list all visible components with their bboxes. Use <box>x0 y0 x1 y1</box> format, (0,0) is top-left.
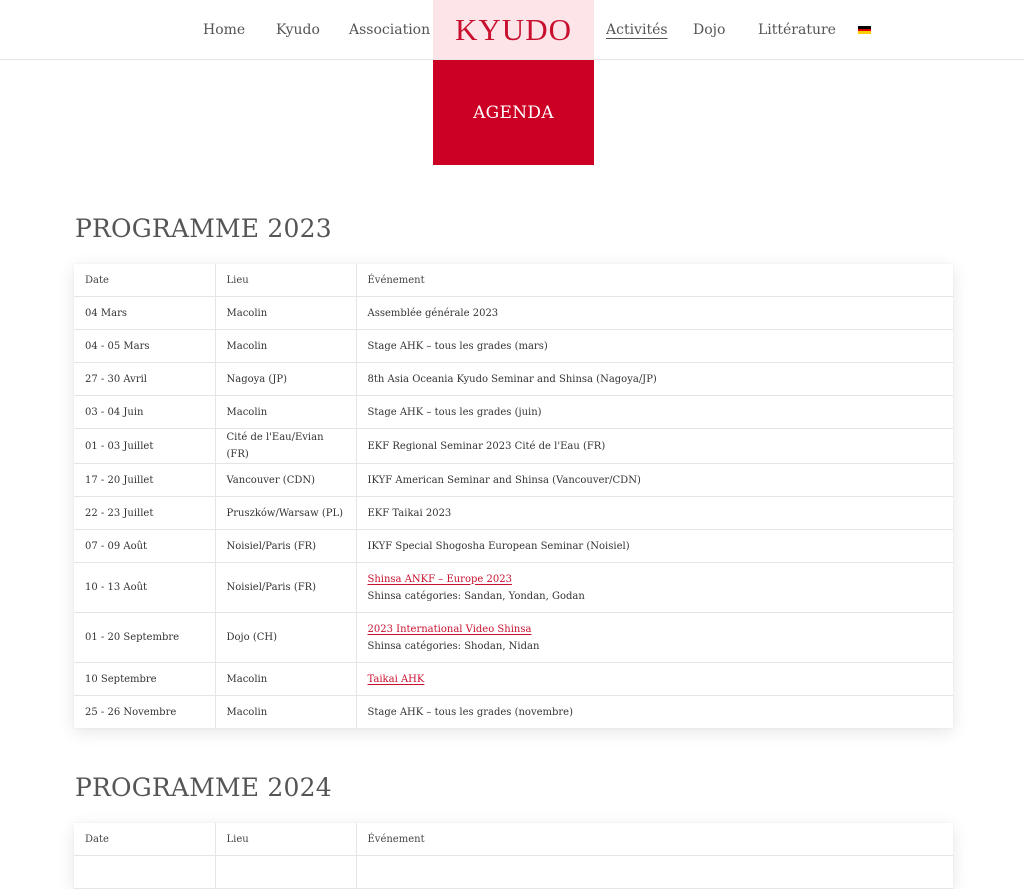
row-lieu: Nagoya (JP) <box>215 362 357 396</box>
row-date: 03 - 04 Juin <box>74 395 216 429</box>
flag-stripe-gold <box>858 31 871 35</box>
row-event: IKYF Special Shogosha European Seminar (… <box>356 529 953 563</box>
row-date: 22 - 23 Juillet <box>74 496 216 530</box>
row-event: EKF Regional Seminar 2023 Cité de l'Eau … <box>356 428 953 464</box>
table-header-row: Date Lieu Événement <box>74 823 953 856</box>
row-date: 04 - 05 Mars <box>74 329 216 363</box>
header-lieu: Lieu <box>215 823 357 856</box>
row-lieu: Macolin <box>215 695 357 728</box>
row-lieu: Macolin <box>215 329 357 363</box>
row-lieu: Pruszków/Warsaw (PL) <box>215 496 357 530</box>
row-event <box>356 855 953 889</box>
row-event: Stage AHK – tous les grades (novembre) <box>367 706 574 718</box>
table-header-row: Date Lieu Événement <box>74 264 953 297</box>
row-event: Shinsa ANKF – Europe 2023 Shinsa catégor… <box>356 562 953 613</box>
table-row: 03 - 04 Juin Macolin Stage AHK – tous le… <box>74 395 953 429</box>
row-lieu: Macolin <box>215 395 357 429</box>
row-date: 10 - 13 Août <box>74 562 216 613</box>
row-lieu: Noisiel/Paris (FR) <box>215 529 357 563</box>
event-link-taikai-ahk[interactable]: Taikai AHK <box>368 674 425 685</box>
row-event: Taikai AHK <box>356 662 953 696</box>
table-row: 07 - 09 Août Noisiel/Paris (FR) IKYF Spe… <box>74 529 953 563</box>
nav-litterature[interactable]: Littérature <box>758 20 836 40</box>
site-logo[interactable]: KYUDO <box>433 0 594 59</box>
header-date: Date <box>74 823 216 856</box>
german-flag-icon[interactable] <box>858 26 871 35</box>
nav-association[interactable]: Association <box>349 20 430 40</box>
event-link-shinsa-ankf[interactable]: Shinsa ANKF – Europe 2023 <box>368 574 512 585</box>
table-row: 25 - 26 Novembre Macolin Stage AHK – tou… <box>74 695 953 728</box>
row-event: IKYF American Seminar and Shinsa (Vancou… <box>356 463 953 497</box>
header-evenement: Événement <box>356 264 953 297</box>
nav-home[interactable]: Home <box>203 20 245 40</box>
program-2023-table: Date Lieu Événement 04 Mars Macolin Asse… <box>74 264 953 728</box>
row-event: EKF Taikai 2023 <box>356 496 953 530</box>
table-row: 01 - 20 Septembre Dojo (CH) 2023 Interna… <box>74 612 953 663</box>
row-date: 17 - 20 Juillet <box>74 463 216 497</box>
row-event: Assemblée générale 2023 <box>356 296 953 330</box>
row-date: 25 - 26 Novembre <box>74 695 216 728</box>
row-lieu <box>215 855 357 889</box>
program-2023-title: PROGRAMME 2023 <box>75 214 332 243</box>
row-lieu: Macolin <box>215 662 357 696</box>
row-event: 8th Asia Oceania Kyudo Seminar and Shins… <box>356 362 953 396</box>
row-event: 2023 International Video Shinsa Shinsa c… <box>356 612 953 663</box>
table-row: 22 - 23 Juillet Pruszków/Warsaw (PL) EKF… <box>74 496 953 530</box>
header-evenement: Événement <box>356 823 953 856</box>
table-row: 04 - 05 Mars Macolin Stage AHK – tous le… <box>74 329 953 363</box>
row-lieu: Noisiel/Paris (FR) <box>215 562 357 613</box>
row-lieu: Dojo (CH) <box>215 612 357 663</box>
row-lieu: Macolin <box>215 296 357 330</box>
nav-dojo[interactable]: Dojo <box>693 20 725 40</box>
row-date: 07 - 09 Août <box>74 529 216 563</box>
header-date: Date <box>74 264 216 297</box>
table-row: 04 Mars Macolin Assemblée générale 2023 <box>74 296 953 330</box>
row-lieu: Cité de l'Eau/Evian (FR) <box>215 428 357 464</box>
row-date <box>74 855 216 889</box>
row-event: Stage AHK – tous les grades (juin) <box>356 395 953 429</box>
agenda-banner: AGENDA <box>433 60 594 165</box>
event-note: Shinsa catégories: Shodan, Nidan <box>367 640 540 652</box>
header-lieu: Lieu <box>215 264 357 297</box>
logo-text: KYUDO <box>455 12 572 47</box>
row-date: 27 - 30 Avril <box>74 362 216 396</box>
top-navigation: Home Kyudo Association KYUDO Activités D… <box>0 0 1024 60</box>
row-date: 01 - 03 Juillet <box>74 428 216 464</box>
row-date: 10 Septembre <box>74 662 216 696</box>
nav-activites[interactable]: Activités <box>606 20 668 40</box>
row-event: Stage AHK – tous les grades (mars) <box>356 329 953 363</box>
event-link-video-shinsa[interactable]: 2023 International Video Shinsa <box>368 624 532 635</box>
program-2024-title: PROGRAMME 2024 <box>75 773 332 802</box>
table-row: 10 Septembre Macolin Taikai AHK <box>74 662 953 696</box>
table-row: 01 - 03 Juillet Cité de l'Eau/Evian (FR)… <box>74 428 953 464</box>
row-date: 04 Mars <box>74 296 216 330</box>
program-2024-table: Date Lieu Événement <box>74 823 953 889</box>
event-note: Shinsa catégories: Sandan, Yondan, Godan <box>367 590 585 602</box>
nav-kyudo[interactable]: Kyudo <box>276 20 320 40</box>
table-row <box>74 855 953 889</box>
table-row: 27 - 30 Avril Nagoya (JP) 8th Asia Ocean… <box>74 362 953 396</box>
row-lieu: Vancouver (CDN) <box>215 463 357 497</box>
table-row: 10 - 13 Août Noisiel/Paris (FR) Shinsa A… <box>74 562 953 613</box>
row-date: 01 - 20 Septembre <box>74 612 216 663</box>
table-row: 17 - 20 Juillet Vancouver (CDN) IKYF Ame… <box>74 463 953 497</box>
